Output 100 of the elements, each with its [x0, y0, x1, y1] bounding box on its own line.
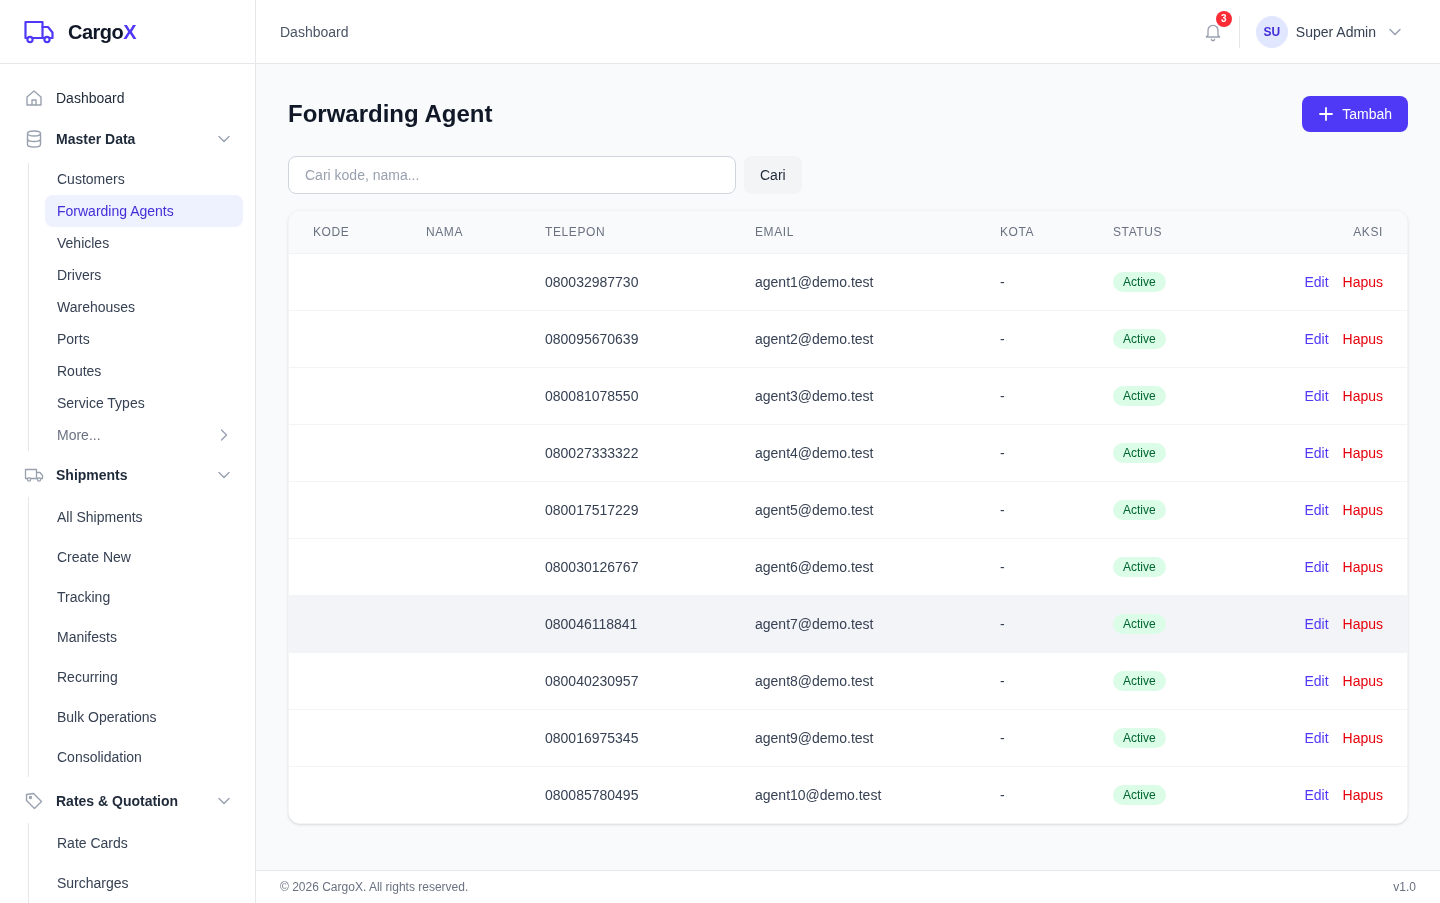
sidebar-subitem[interactable]: Consolidation: [45, 737, 243, 777]
table-cell: 080027333322: [545, 444, 639, 461]
table-cell: agent5@demo.test: [755, 501, 874, 518]
sidebar-subitem[interactable]: All Shipments: [45, 497, 243, 537]
sidebar-subitem[interactable]: Drivers: [45, 259, 243, 291]
sidebar-subitem[interactable]: Tracking: [45, 577, 243, 617]
table-cell: -: [1000, 615, 1005, 632]
tag-icon: [24, 791, 44, 811]
sidebar-subitem[interactable]: Service Types: [45, 387, 243, 419]
table-row[interactable]: 080016975345 agent9@demo.test - Active Edit Hapus: [289, 709, 1407, 766]
edit-link[interactable]: Edit: [1304, 556, 1329, 577]
sidebar-subitem[interactable]: Rate Cards: [45, 823, 243, 863]
table-cell: agent6@demo.test: [755, 558, 874, 575]
table-cell: 080032987730: [545, 273, 639, 290]
database-icon: [24, 129, 44, 149]
table-cell: -: [1000, 444, 1005, 461]
user-avatar: SU: [1255, 15, 1288, 48]
table-cell: -: [1000, 729, 1005, 746]
table-cell: 080017517229: [545, 501, 639, 518]
breadcrumb: Dashboard: [280, 22, 349, 42]
edit-link[interactable]: Edit: [1304, 442, 1329, 463]
table-row[interactable]: 080027333322 agent4@demo.test - Active Edit Hapus: [289, 424, 1407, 481]
edit-link[interactable]: Edit: [1304, 271, 1329, 292]
sidebar-subitem[interactable]: Recurring: [45, 657, 243, 697]
table-row[interactable]: 080081078550 agent3@demo.test - Active Edit Hapus: [289, 367, 1407, 424]
column-header: STATUS: [1113, 224, 1163, 239]
sidebar-subitem[interactable]: Manifests: [45, 617, 243, 657]
edit-link[interactable]: Edit: [1304, 613, 1329, 634]
table-cell: -: [1000, 672, 1005, 689]
table-row[interactable]: 080085780495 agent10@demo.test - Active Edit Hapus: [289, 766, 1407, 823]
page-title: Forwarding Agent: [288, 99, 493, 129]
delete-link[interactable]: Hapus: [1342, 499, 1383, 520]
edit-link[interactable]: Edit: [1304, 727, 1329, 748]
sidebar-group-toggle[interactable]: Shipments: [56, 465, 205, 485]
table-cell: 080046118841: [545, 615, 638, 632]
table-cell: agent1@demo.test: [755, 273, 874, 290]
status-badge: Active: [1113, 671, 1166, 691]
status-badge: Active: [1113, 386, 1166, 406]
table-cell: agent9@demo.test: [755, 729, 874, 746]
table-row[interactable]: 080095670639 agent2@demo.test - Active Edit Hapus: [289, 310, 1407, 367]
search-field[interactable]: Cari kode, nama...: [288, 156, 736, 194]
sidebar-subitem[interactable]: More...: [45, 419, 217, 451]
sidebar-group-toggle[interactable]: Master Data: [56, 129, 205, 149]
edit-link[interactable]: Edit: [1304, 385, 1329, 406]
table-cell: 080016975345: [545, 729, 639, 746]
column-header: NAMA: [426, 224, 464, 239]
table-cell: agent7@demo.test: [755, 615, 874, 632]
column-header: KODE: [313, 224, 350, 239]
table-cell: -: [1000, 786, 1005, 803]
table-cell: 080095670639: [545, 330, 639, 347]
edit-link[interactable]: Edit: [1304, 328, 1329, 349]
sidebar-group-toggle[interactable]: Rates & Quotation: [56, 791, 205, 811]
delete-link[interactable]: Hapus: [1342, 442, 1383, 463]
sidebar-subitem[interactable]: Warehouses: [45, 291, 243, 323]
status-badge: Active: [1113, 557, 1166, 577]
delete-link[interactable]: Hapus: [1342, 385, 1383, 406]
delete-link[interactable]: Hapus: [1342, 613, 1383, 634]
sidebar-subitem[interactable]: Bulk Operations: [45, 697, 243, 737]
edit-link[interactable]: Edit: [1304, 670, 1329, 691]
table-row[interactable]: 080017517229 agent5@demo.test - Active Edit Hapus: [289, 481, 1407, 538]
status-badge: Active: [1113, 785, 1166, 806]
status-badge: Active: [1113, 614, 1166, 634]
status-badge: Active: [1113, 272, 1166, 292]
table-row[interactable]: 080032987730 agent1@demo.test - Active Edit Hapus: [289, 253, 1407, 310]
table-row[interactable]: 080040230957 agent8@demo.test - Active Edit Hapus: [289, 652, 1407, 709]
sidebar-subitem[interactable]: Ports: [45, 323, 243, 355]
status-badge: Active: [1113, 443, 1166, 463]
table-cell: 080081078550: [545, 387, 639, 404]
table-cell: agent2@demo.test: [755, 330, 874, 347]
delete-link[interactable]: Hapus: [1342, 271, 1383, 292]
sidebar-subitem[interactable]: Customers: [45, 163, 243, 195]
add-button[interactable]: Tambah: [1302, 96, 1408, 132]
sidebar-subitem[interactable]: Vehicles: [45, 227, 243, 259]
sidebar-item[interactable]: Dashboard: [12, 80, 243, 115]
table-row[interactable]: 080030126767 agent6@demo.test - Active Edit Hapus: [289, 538, 1407, 595]
table-cell: agent8@demo.test: [755, 672, 874, 689]
edit-link[interactable]: Edit: [1304, 784, 1329, 805]
version-text: v1.0: [1393, 879, 1416, 895]
table-cell: -: [1000, 558, 1005, 575]
table-cell: agent10@demo.test: [755, 786, 882, 803]
sidebar-subitem[interactable]: Surcharges: [45, 863, 243, 903]
delete-link[interactable]: Hapus: [1342, 670, 1383, 691]
search-button[interactable]: Cari: [744, 156, 802, 194]
status-badge: Active: [1113, 500, 1166, 520]
sidebar-subitem[interactable]: Create New: [45, 537, 243, 577]
notification-badge: 3: [1215, 10, 1232, 27]
table-cell: 080030126767: [545, 558, 639, 575]
table-cell: agent4@demo.test: [755, 444, 874, 461]
column-header: AKSI: [1353, 224, 1383, 239]
delete-link[interactable]: Hapus: [1342, 727, 1383, 748]
delete-link[interactable]: Hapus: [1342, 784, 1383, 805]
delete-link[interactable]: Hapus: [1342, 328, 1383, 349]
column-header: TELEPON: [545, 224, 606, 239]
delete-link[interactable]: Hapus: [1342, 556, 1383, 577]
user-name[interactable]: Super Admin: [1295, 21, 1376, 42]
column-header: EMAIL: [755, 224, 794, 239]
sidebar-subitem[interactable]: Forwarding Agents: [45, 195, 243, 227]
plus-icon: [1318, 106, 1335, 122]
edit-link[interactable]: Edit: [1304, 499, 1329, 520]
sidebar-subitem[interactable]: Routes: [45, 355, 243, 387]
